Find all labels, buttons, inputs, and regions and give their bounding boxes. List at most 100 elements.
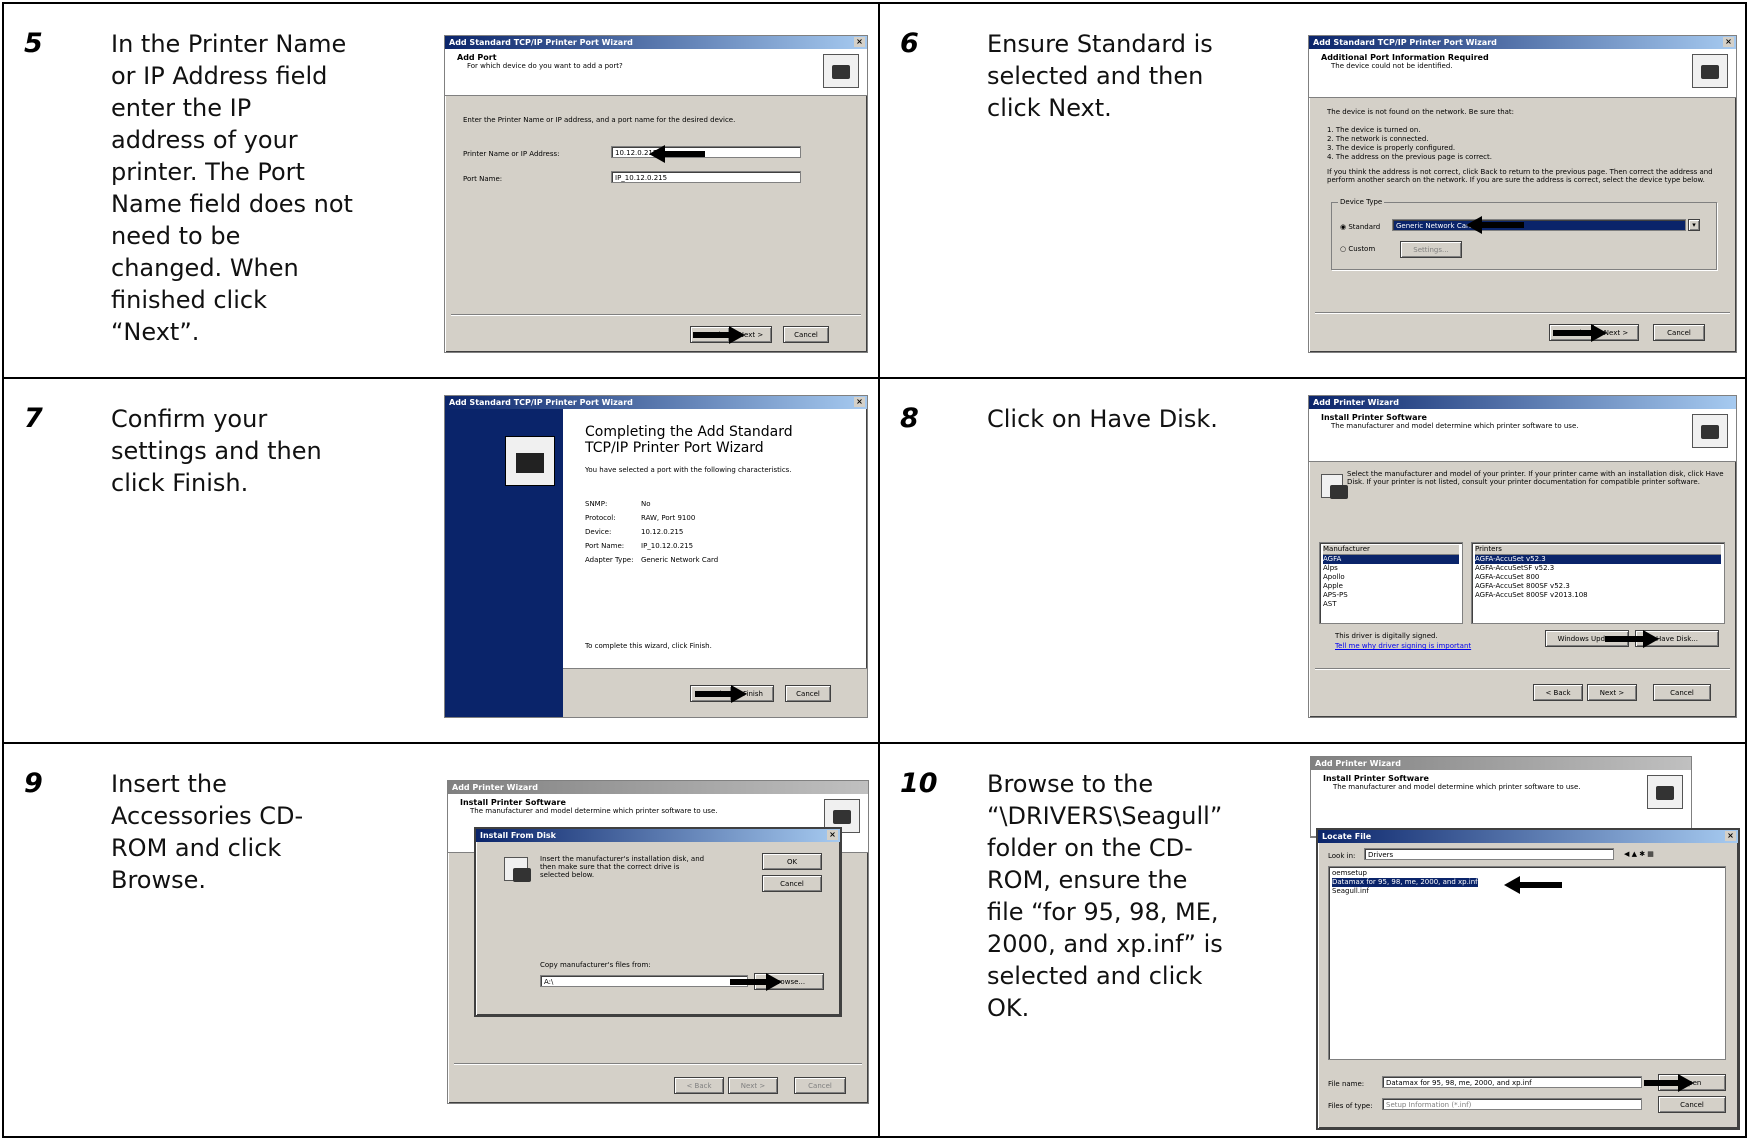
close-icon[interactable]: × — [827, 830, 838, 840]
step-text: Ensure Standard is selected and then cli… — [987, 30, 1213, 122]
look-in-select[interactable]: Drivers — [1364, 848, 1614, 860]
file-type-select[interactable]: Setup Information (*.inf) — [1382, 1098, 1642, 1110]
install-from-disk-dialog: Install From Disk × Insert the manufactur… — [474, 827, 842, 1017]
list-item[interactable]: Apollo — [1323, 573, 1459, 582]
next-button[interactable]: Next > — [1587, 684, 1637, 701]
list-item[interactable]: AST — [1323, 600, 1459, 609]
device-type-group: Device Type ◉ Standard Generic Network C… — [1331, 198, 1717, 270]
dialog-title: Add Printer Wizard — [1309, 396, 1736, 409]
look-in-label: Look in: — [1328, 852, 1356, 860]
manufacturer-list[interactable]: Manufacturer AGFA Alps Apollo Apple APS-… — [1319, 542, 1463, 624]
pointer-arrow — [730, 973, 782, 991]
cancel-button[interactable]: Cancel — [1658, 1096, 1726, 1113]
dialog-subheading: The manufacturer and model determine whi… — [1333, 783, 1581, 791]
dialog-heading: Install Printer Software — [460, 798, 566, 807]
dialog-title: Install From Disk × — [476, 829, 840, 842]
printer-wizard-icon — [1692, 414, 1728, 448]
cancel-button[interactable]: Cancel — [1653, 684, 1711, 701]
additional-info-dialog: Add Standard TCP/IP Printer Port Wizard ×… — [1308, 35, 1737, 353]
pointer-arrow — [649, 145, 705, 163]
close-icon[interactable]: × — [1723, 37, 1734, 47]
folder-toolbar-icons[interactable]: ◀ ▲ ✱ ▦ — [1624, 850, 1654, 858]
ok-button[interactable]: OK — [762, 853, 822, 870]
install-printer-software-dialog: Add Printer Wizard Install Printer Softw… — [1308, 395, 1737, 718]
chevron-down-icon[interactable]: ▾ — [1688, 219, 1700, 231]
printer-wizard-icon — [505, 436, 555, 486]
standard-radio[interactable]: ◉ Standard — [1340, 223, 1380, 231]
printer-wizard-icon — [823, 54, 859, 88]
step-10-cell: 10 Browse to the “\DRIVERS\Seagull” fold… — [878, 742, 1747, 1138]
instruction-text: Select the manufacturer and model of you… — [1347, 470, 1724, 486]
dialog-subheading: The manufacturer and model determine whi… — [470, 807, 718, 815]
list-item[interactable]: Seagull.inf — [1332, 887, 1722, 896]
custom-radio[interactable]: ○ Custom — [1340, 245, 1375, 253]
pointer-arrow — [1553, 324, 1607, 342]
summary-label: Protocol: — [585, 514, 616, 522]
cancel-button[interactable]: Cancel — [794, 1077, 846, 1094]
dialog-heading: Install Printer Software — [1321, 413, 1427, 422]
step-number: 6 — [900, 28, 919, 59]
dialog-subheading: The device could not be identified. — [1331, 62, 1453, 70]
list-item[interactable]: AGFA-AccuSetSF v52.3 — [1475, 564, 1721, 573]
dialog-title: Add Standard TCP/IP Printer Port Wizard × — [445, 36, 867, 49]
cancel-button[interactable]: Cancel — [762, 875, 822, 892]
finish-instruction: To complete this wizard, click Finish. — [585, 642, 712, 650]
cancel-button[interactable]: Cancel — [1653, 324, 1705, 341]
printer-wizard-icon — [1692, 54, 1728, 88]
printer-name-label: Printer Name or IP Address: — [463, 150, 560, 158]
driver-signing-link[interactable]: Tell me why driver signing is important — [1335, 642, 1471, 650]
checklist-item: 3. The device is properly configured. — [1327, 144, 1456, 152]
standard-select[interactable]: Generic Network Card — [1392, 219, 1686, 231]
close-icon[interactable]: × — [1725, 831, 1736, 841]
list-item[interactable]: Alps — [1323, 564, 1459, 573]
step-6-cell: 6 Ensure Standard is selected and then c… — [878, 2, 1747, 379]
pointer-arrow — [695, 685, 747, 703]
printer-wizard-icon — [1647, 775, 1683, 809]
close-icon[interactable]: × — [854, 397, 865, 407]
disk-printer-icon — [1321, 474, 1348, 499]
step-number: 10 — [900, 768, 938, 799]
close-icon[interactable]: × — [854, 37, 865, 47]
settings-button[interactable]: Settings... — [1400, 241, 1462, 258]
file-name-label: File name: — [1328, 1080, 1365, 1088]
completing-wizard-dialog: Add Standard TCP/IP Printer Port Wizard ×… — [444, 395, 868, 718]
printer-name-input[interactable]: 10.12.0.215 — [611, 146, 801, 158]
list-item[interactable]: AGFA-AccuSet v52.3 — [1475, 555, 1721, 564]
list-item[interactable]: AGFA-AccuSet 800SF v2013.108 — [1475, 591, 1721, 600]
back-button[interactable]: < Back — [1533, 684, 1583, 701]
next-button[interactable]: Next > — [728, 1077, 778, 1094]
not-found-text: The device is not found on the network. … — [1327, 108, 1515, 116]
list-item[interactable]: AGFA-AccuSet 800 — [1475, 573, 1721, 582]
list-item[interactable]: oemsetup — [1332, 869, 1722, 878]
dialog-subheading: For which device do you want to add a po… — [467, 62, 623, 70]
summary-value: No — [641, 500, 651, 508]
file-list[interactable]: oemsetup Datamax for 95, 98, me, 2000, a… — [1328, 866, 1726, 1060]
instructions-table: 5 In the Printer Name or IP Address fiel… — [2, 2, 1747, 1138]
dialog-heading: Add Port — [457, 53, 497, 62]
list-item[interactable]: Datamax for 95, 98, me, 2000, and xp.inf — [1332, 878, 1478, 887]
group-label: Device Type — [1338, 198, 1385, 206]
step-text: Confirm your settings and then click Fin… — [111, 405, 322, 497]
cancel-button[interactable]: Cancel — [783, 326, 829, 343]
step-text: Click on Have Disk. — [987, 405, 1218, 433]
list-item[interactable]: Apple — [1323, 582, 1459, 591]
back-button[interactable]: < Back — [674, 1077, 724, 1094]
list-item[interactable]: AGFA — [1323, 555, 1459, 564]
dialog-title: Add Standard TCP/IP Printer Port Wizard × — [445, 396, 867, 409]
copy-from-label: Copy manufacturer's files from: — [540, 961, 651, 969]
file-name-input[interactable]: Datamax for 95, 98, me, 2000, and xp.inf — [1382, 1076, 1642, 1088]
step-7-cell: 7 Confirm your settings and then click F… — [2, 377, 880, 744]
add-port-dialog: Add Standard TCP/IP Printer Port Wizard ×… — [444, 35, 868, 353]
step-text: In the Printer Name or IP Address field … — [111, 30, 353, 346]
port-name-label: Port Name: — [463, 175, 503, 183]
cancel-button[interactable]: Cancel — [785, 685, 831, 702]
port-name-input[interactable]: IP_10.12.0.215 — [611, 171, 801, 183]
list-item[interactable]: APS-PS — [1323, 591, 1459, 600]
step-text: Insert the Accessories CD- ROM and click… — [111, 770, 304, 894]
copy-from-input[interactable]: A:\ — [540, 975, 748, 987]
checklist-item: 1. The device is turned on. — [1327, 126, 1421, 134]
checklist-item: 4. The address on the previous page is c… — [1327, 153, 1492, 161]
address-help-text: If you think the address is not correct,… — [1327, 168, 1713, 184]
printer-list[interactable]: Printers AGFA-AccuSet v52.3 AGFA-AccuSet… — [1471, 542, 1725, 624]
list-item[interactable]: AGFA-AccuSet 800SF v52.3 — [1475, 582, 1721, 591]
